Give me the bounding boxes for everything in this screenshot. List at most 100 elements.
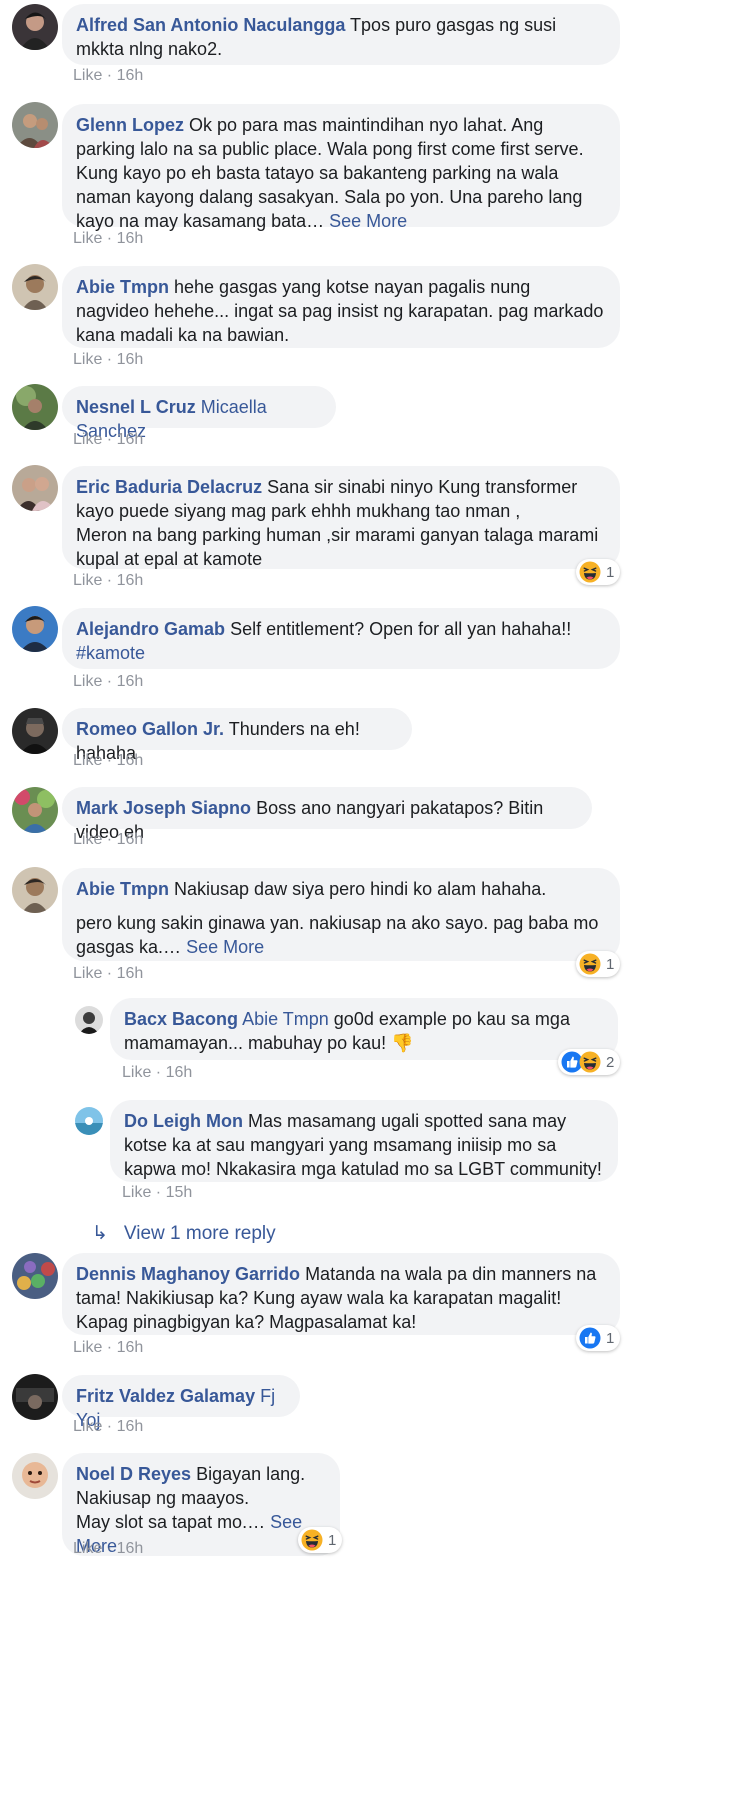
comment-bubble: Romeo Gallon Jr. Thunders na eh! hahaha xyxy=(62,708,412,763)
commenter-name[interactable]: Mark Joseph Siapno xyxy=(76,798,251,818)
avatar[interactable] xyxy=(12,264,58,310)
timestamp[interactable]: 16h xyxy=(117,965,144,982)
commenter-name[interactable]: Nesnel L Cruz xyxy=(76,397,196,417)
timestamp[interactable]: 16h xyxy=(117,351,144,368)
reply-actions: Like · 15h xyxy=(122,1184,193,1201)
comment-bubble: Nesnel L Cruz Micaella Sanchez xyxy=(62,386,336,441)
comment-bubble: Abie Tmpn hehe gasgas yang kotse nayan p… xyxy=(62,266,620,348)
comment-actions: Like · 16h xyxy=(73,1418,144,1435)
commenter-name[interactable]: Abie Tmpn xyxy=(76,277,169,297)
comment-bubble: Alejandro Gamab Self entitlement? Open f… xyxy=(62,608,620,669)
avatar[interactable] xyxy=(75,1107,103,1135)
timestamp[interactable]: 15h xyxy=(166,1184,193,1201)
comment-actions: Like · 16h xyxy=(73,431,144,448)
like-button[interactable]: Like xyxy=(73,431,102,448)
like-button[interactable]: Like xyxy=(73,1540,102,1557)
see-more-link[interactable]: See More xyxy=(186,937,264,957)
haha-icon xyxy=(301,1529,323,1551)
reaction-summary[interactable]: 1 xyxy=(576,1325,621,1351)
commenter-name[interactable]: Alfred San Antonio Naculangga xyxy=(76,15,345,35)
comment-actions: Like · 16h xyxy=(73,831,144,848)
comment-bubble: Dennis Maghanoy Garrido Matanda na wala … xyxy=(62,1253,620,1335)
reaction-count: 1 xyxy=(328,1531,337,1549)
reaction-summary[interactable]: 1 xyxy=(298,1527,343,1553)
thumbs-down-emoji: 👎 xyxy=(391,1033,414,1053)
avatar[interactable] xyxy=(12,1253,58,1299)
mention-link[interactable]: Abie Tmpn xyxy=(242,1009,329,1029)
reaction-count: 1 xyxy=(606,563,615,581)
timestamp[interactable]: 16h xyxy=(117,230,144,247)
timestamp[interactable]: 16h xyxy=(117,752,144,769)
view-more-replies-button[interactable]: ↳ View 1 more reply xyxy=(92,1222,276,1245)
timestamp[interactable]: 16h xyxy=(117,831,144,848)
like-button[interactable]: Like xyxy=(122,1064,151,1081)
commenter-name[interactable]: Dennis Maghanoy Garrido xyxy=(76,1264,300,1284)
reaction-summary[interactable]: 1 xyxy=(576,951,621,977)
comment-bubble: Alfred San Antonio Naculangga Tpos puro … xyxy=(62,4,620,65)
commenter-name[interactable]: Alejandro Gamab xyxy=(76,619,225,639)
like-button[interactable]: Like xyxy=(73,831,102,848)
commenter-name[interactable]: Bacx Bacong xyxy=(124,1009,238,1029)
like-button[interactable]: Like xyxy=(122,1184,151,1201)
timestamp[interactable]: 16h xyxy=(117,1418,144,1435)
reply-arrow-icon: ↳ xyxy=(92,1223,108,1244)
comment-bubble: Glenn Lopez Ok po para mas maintindihan … xyxy=(62,104,620,231)
commenter-name[interactable]: Romeo Gallon Jr. xyxy=(76,719,224,739)
like-button[interactable]: Like xyxy=(73,230,102,247)
avatar[interactable] xyxy=(12,1374,58,1420)
avatar[interactable] xyxy=(12,787,58,833)
comment-actions: Like · 16h xyxy=(73,673,144,690)
avatar[interactable] xyxy=(12,4,58,50)
reply-actions: Like · 16h xyxy=(122,1064,193,1081)
like-button[interactable]: Like xyxy=(73,1418,102,1435)
avatar[interactable] xyxy=(12,606,58,652)
comment-text-line: pero kung sakin ginawa yan. nakiusap na … xyxy=(76,913,599,957)
reaction-summary[interactable]: 2 xyxy=(558,1049,621,1075)
comment-actions: Like · 16h xyxy=(73,572,144,589)
comment-actions: Like · 16h xyxy=(73,965,144,982)
timestamp[interactable]: 16h xyxy=(166,1064,193,1081)
like-button[interactable]: Like xyxy=(73,67,102,84)
like-reaction-icon xyxy=(579,1327,601,1349)
like-button[interactable]: Like xyxy=(73,752,102,769)
avatar[interactable] xyxy=(12,1453,58,1499)
hashtag-link[interactable]: #kamote xyxy=(76,641,606,665)
avatar[interactable] xyxy=(12,465,58,511)
reaction-count: 1 xyxy=(606,955,615,973)
comment-bubble: Mark Joseph Siapno Boss ano nangyari pak… xyxy=(62,787,592,842)
timestamp[interactable]: 16h xyxy=(117,1540,144,1557)
commenter-name[interactable]: Do Leigh Mon xyxy=(124,1111,243,1131)
comment-text: Bigayan lang. xyxy=(196,1464,306,1484)
comment-text-line: May slot sa tapat mo.… xyxy=(76,1512,266,1532)
comment-actions: Like · 16h xyxy=(73,1339,144,1356)
avatar[interactable] xyxy=(12,384,58,430)
timestamp[interactable]: 16h xyxy=(117,431,144,448)
commenter-name[interactable]: Noel D Reyes xyxy=(76,1464,191,1484)
avatar[interactable] xyxy=(75,1006,103,1034)
commenter-name[interactable]: Abie Tmpn xyxy=(76,879,169,899)
like-button[interactable]: Like xyxy=(73,673,102,690)
like-button[interactable]: Like xyxy=(73,965,102,982)
commenter-name[interactable]: Eric Baduria Delacruz xyxy=(76,477,262,497)
commenter-name[interactable]: Glenn Lopez xyxy=(76,115,184,135)
avatar[interactable] xyxy=(12,708,58,754)
like-button[interactable]: Like xyxy=(73,351,102,368)
like-button[interactable]: Like xyxy=(73,572,102,589)
like-button[interactable]: Like xyxy=(73,1339,102,1356)
reaction-count: 1 xyxy=(606,1329,615,1347)
timestamp[interactable]: 16h xyxy=(117,673,144,690)
commenter-name[interactable]: Fritz Valdez Galamay xyxy=(76,1386,255,1406)
comment-text-line: Meron na bang parking human ,sir marami … xyxy=(76,525,599,569)
comment-text: Self entitlement? Open for all yan hahah… xyxy=(230,619,572,639)
timestamp[interactable]: 16h xyxy=(117,67,144,84)
timestamp[interactable]: 16h xyxy=(117,572,144,589)
haha-icon xyxy=(579,953,601,975)
haha-icon xyxy=(579,1051,601,1073)
reply-bubble: Do Leigh Mon Mas masamang ugali spotted … xyxy=(110,1100,618,1182)
reaction-summary[interactable]: 1 xyxy=(576,559,621,585)
haha-icon xyxy=(579,561,601,583)
timestamp[interactable]: 16h xyxy=(117,1339,144,1356)
avatar[interactable] xyxy=(12,867,58,913)
see-more-link[interactable]: See More xyxy=(329,211,407,231)
avatar[interactable] xyxy=(12,102,58,148)
